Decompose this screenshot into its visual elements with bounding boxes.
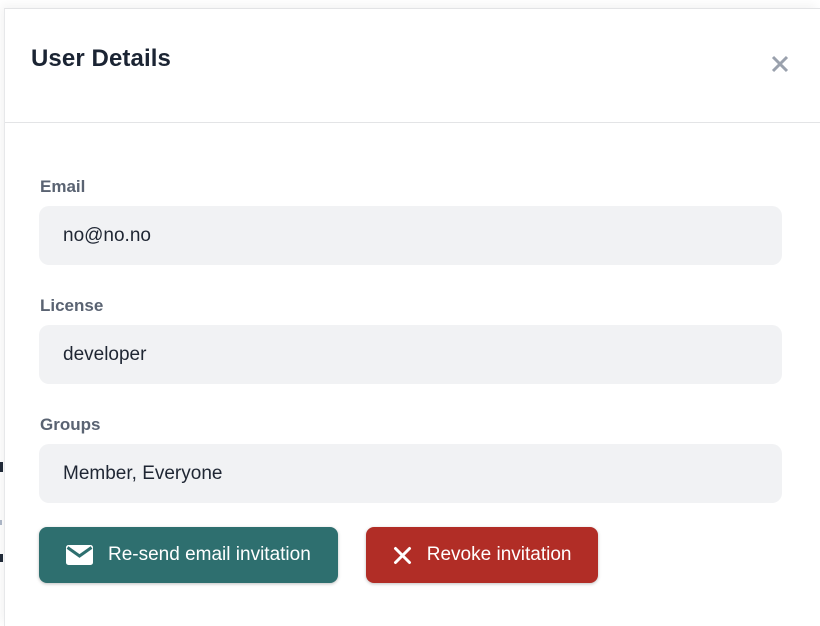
close-icon xyxy=(769,53,791,78)
license-field[interactable]: developer xyxy=(39,325,782,384)
background-fragment xyxy=(0,520,2,525)
email-label: Email xyxy=(40,177,782,197)
modal-header: User Details xyxy=(5,9,820,123)
modal-body: Email no@no.no License developer Groups … xyxy=(5,123,820,583)
groups-field[interactable]: Member, Everyone xyxy=(39,444,782,503)
license-label: License xyxy=(40,296,782,316)
license-field-group: License developer xyxy=(39,296,782,384)
groups-value: Member, Everyone xyxy=(63,463,222,485)
envelope-icon xyxy=(66,545,93,565)
page-title: User Details xyxy=(31,45,820,73)
background-fragment xyxy=(0,462,3,472)
close-button[interactable] xyxy=(762,47,798,83)
email-field[interactable]: no@no.no xyxy=(39,206,782,265)
license-value: developer xyxy=(63,344,146,366)
revoke-button-label: Revoke invitation xyxy=(427,544,572,566)
resend-button-label: Re-send email invitation xyxy=(108,544,311,566)
action-buttons-row: Re-send email invitation Revoke invitati… xyxy=(39,527,782,583)
resend-email-invitation-button[interactable]: Re-send email invitation xyxy=(39,527,338,583)
revoke-invitation-button[interactable]: Revoke invitation xyxy=(366,527,599,583)
x-icon xyxy=(393,546,412,565)
groups-field-group: Groups Member, Everyone xyxy=(39,415,782,503)
user-details-modal: User Details Email no@no.no License deve… xyxy=(4,8,820,626)
email-field-group: Email no@no.no xyxy=(39,177,782,265)
email-value: no@no.no xyxy=(63,225,151,247)
groups-label: Groups xyxy=(40,415,782,435)
background-fragment xyxy=(0,554,3,562)
